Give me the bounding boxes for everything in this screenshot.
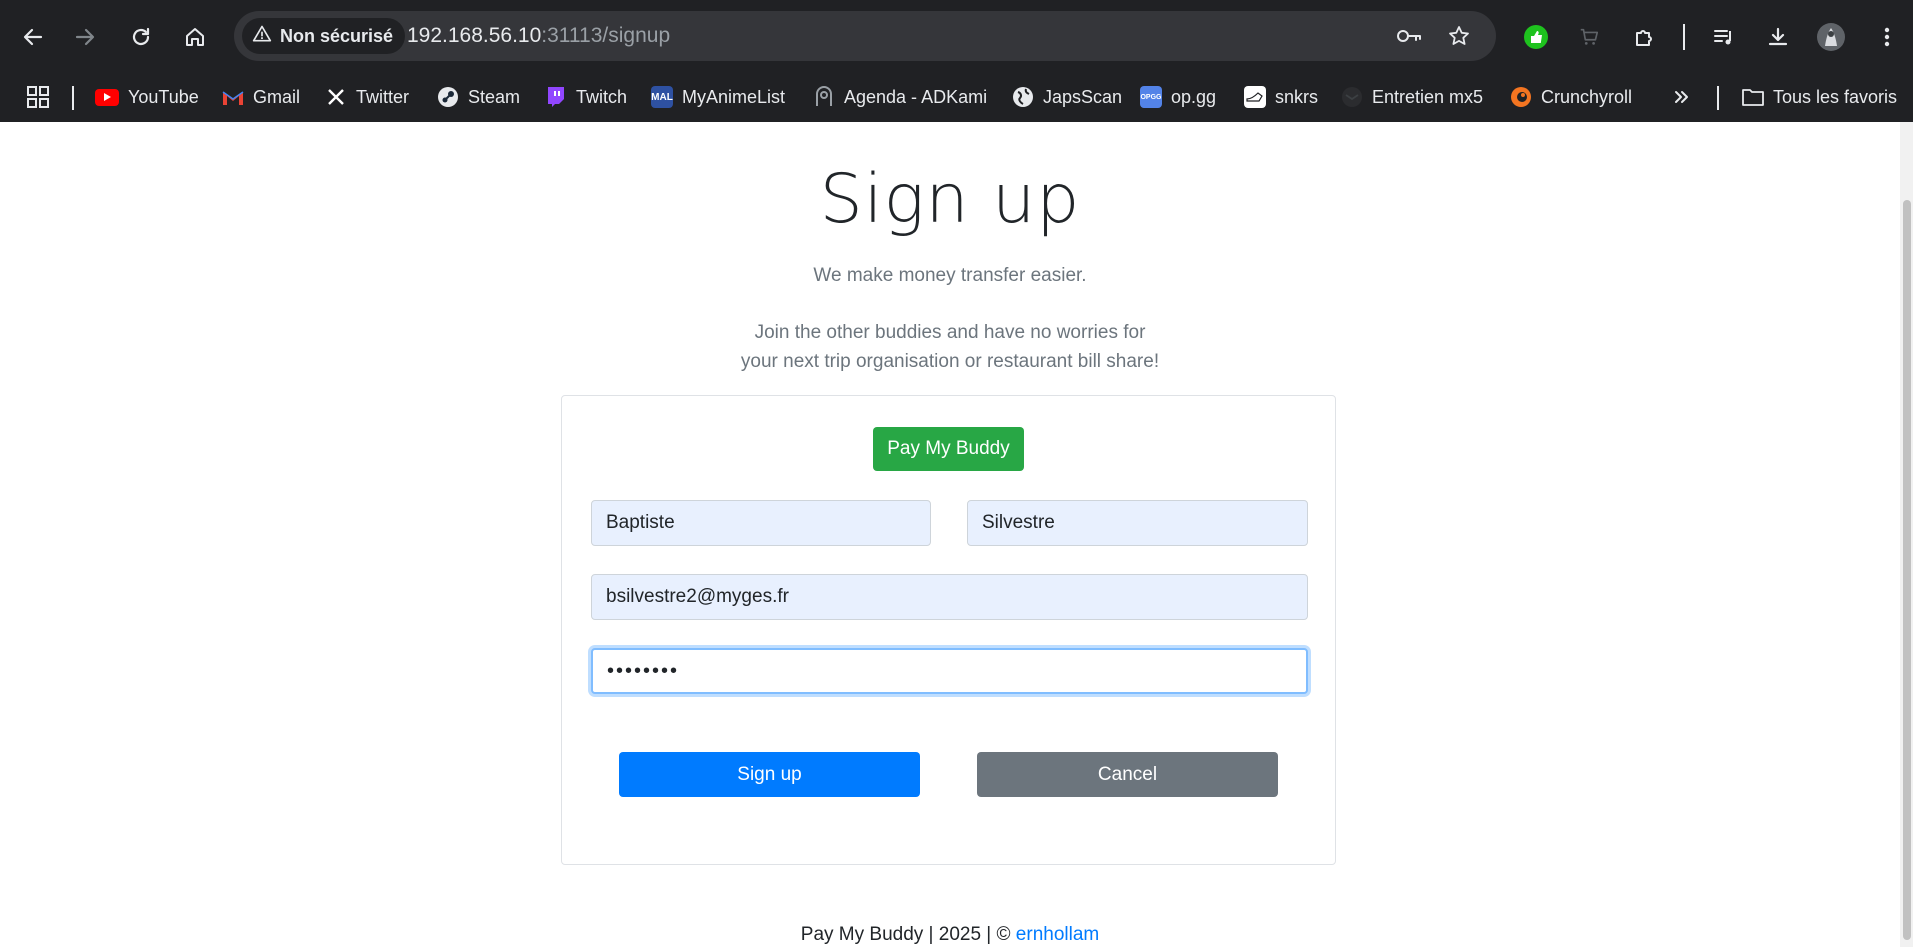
bookmark-myanimelist[interactable]: MAL MyAnimeList xyxy=(651,82,785,112)
opgg-icon: OPGG xyxy=(1140,86,1162,108)
extensions-puzzle-icon[interactable] xyxy=(1626,18,1664,56)
bookmark-label: Agenda - ADKami xyxy=(844,86,988,107)
adkami-icon xyxy=(813,86,835,108)
bookmark-japsscan[interactable]: JapsScan xyxy=(1012,82,1122,112)
forward-icon[interactable] xyxy=(66,18,104,56)
url-host: 192.168.56.10 xyxy=(407,24,542,47)
bookmark-adkami[interactable]: Agenda - ADKami xyxy=(813,82,987,112)
security-label: Non sécurisé xyxy=(280,25,394,46)
gmail-icon xyxy=(222,86,244,108)
bookmark-label: op.gg xyxy=(1171,86,1217,107)
more-bookmarks-chevron-icon[interactable] xyxy=(1673,82,1691,112)
cart-extension-icon[interactable] xyxy=(1570,18,1608,56)
signup-card: Pay My Buddy Baptiste Silvestre bsilvest… xyxy=(561,395,1336,865)
crunchyroll-icon xyxy=(1510,86,1532,108)
reload-icon[interactable] xyxy=(122,18,160,56)
page-viewport: Sign up We make money transfer easier. J… xyxy=(0,122,1900,947)
url-path: :31113/signup xyxy=(541,24,671,47)
page-title: Sign up xyxy=(819,160,1081,239)
all-bookmarks-label: Tous les favoris xyxy=(1773,86,1898,107)
bookmarks-separator xyxy=(1717,86,1719,110)
bookmark-label: Twitter xyxy=(356,86,410,107)
bookmark-label: JapsScan xyxy=(1043,86,1123,107)
bookmark-label: YouTube xyxy=(128,86,199,107)
x-icon xyxy=(325,86,347,108)
bookmark-crunchyroll[interactable]: Crunchyroll xyxy=(1510,82,1632,112)
steam-icon xyxy=(437,86,459,108)
home-icon[interactable] xyxy=(176,18,214,56)
bookmark-steam[interactable]: Steam xyxy=(437,82,520,112)
youtube-icon xyxy=(95,88,119,106)
url-text[interactable]: 192.168.56.10:31113/signup xyxy=(407,24,670,48)
bookmarks-bar: YouTube Gmail Twitter Steam Twitch MAL M… xyxy=(0,74,1913,122)
password-input[interactable]: •••••••• xyxy=(591,648,1308,694)
scrollbar-thumb[interactable] xyxy=(1903,200,1911,940)
footer-text: Pay My Buddy | 2025 | © xyxy=(800,924,1016,945)
page-footer: Pay My Buddy | 2025 | © ernhollam xyxy=(0,924,1900,946)
bookmark-twitter[interactable]: Twitter xyxy=(325,82,409,112)
page-description-line2: your next trip organisation or restauran… xyxy=(740,351,1160,372)
bookmark-label: Entretien mx5 xyxy=(1372,86,1484,107)
warning-icon xyxy=(252,24,272,49)
bookmark-entretien-mx5[interactable]: Entretien mx5 xyxy=(1341,82,1483,112)
globe-icon xyxy=(1012,86,1034,108)
page-description-line1: Join the other buddies and have no worri… xyxy=(754,322,1146,343)
download-icon[interactable] xyxy=(1759,18,1797,56)
bookmark-label: snkrs xyxy=(1275,86,1319,107)
profile-avatar[interactable] xyxy=(1812,18,1850,56)
bookmark-youtube[interactable]: YouTube xyxy=(95,82,199,112)
bookmark-star-icon[interactable] xyxy=(1445,22,1473,50)
back-icon[interactable] xyxy=(14,18,52,56)
address-bar[interactable]: Non sécurisé 192.168.56.10:31113/signup xyxy=(234,11,1496,61)
password-key-icon[interactable] xyxy=(1395,22,1423,50)
bookmark-label: MyAnimeList xyxy=(682,86,786,107)
mal-icon: MAL xyxy=(651,86,673,108)
bookmark-label: Crunchyroll xyxy=(1541,86,1633,107)
bookmark-gmail[interactable]: Gmail xyxy=(222,82,300,112)
brand-button[interactable]: Pay My Buddy xyxy=(873,427,1024,471)
signup-button[interactable]: Sign up xyxy=(619,752,920,797)
browser-toolbar: Non sécurisé 192.168.56.10:31113/signup xyxy=(0,0,1913,74)
twitch-icon xyxy=(545,86,567,108)
bookmark-label: Steam xyxy=(468,86,521,107)
footer-author-link[interactable]: ernhollam xyxy=(1016,924,1099,945)
bookmark-snkrs[interactable]: snkrs xyxy=(1244,82,1318,112)
mx5-icon xyxy=(1341,86,1363,108)
bookmark-opgg[interactable]: OPGG op.gg xyxy=(1140,82,1216,112)
cancel-button[interactable]: Cancel xyxy=(977,752,1278,797)
page-scrollbar[interactable] xyxy=(1900,122,1913,947)
browser-menu-icon[interactable] xyxy=(1868,18,1906,56)
security-chip[interactable]: Non sécurisé xyxy=(242,18,406,54)
last-name-input[interactable]: Silvestre xyxy=(967,500,1308,546)
bookmarks-separator xyxy=(72,86,74,110)
page-tagline: We make money transfer easier. xyxy=(813,265,1087,286)
apps-grid-icon[interactable] xyxy=(26,82,50,112)
bookmark-twitch[interactable]: Twitch xyxy=(545,82,627,112)
thumbs-up-extension-icon[interactable] xyxy=(1517,18,1555,56)
email-input[interactable]: bsilvestre2@myges.fr xyxy=(591,574,1308,620)
media-control-icon[interactable] xyxy=(1705,18,1743,56)
toolbar-separator xyxy=(1683,24,1685,50)
snkrs-icon xyxy=(1244,86,1266,108)
bookmark-label: Gmail xyxy=(253,86,301,107)
folder-icon xyxy=(1742,86,1764,108)
bookmark-label: Twitch xyxy=(576,86,628,107)
first-name-input[interactable]: Baptiste xyxy=(591,500,931,546)
all-bookmarks-folder[interactable]: Tous les favoris xyxy=(1742,82,1897,112)
